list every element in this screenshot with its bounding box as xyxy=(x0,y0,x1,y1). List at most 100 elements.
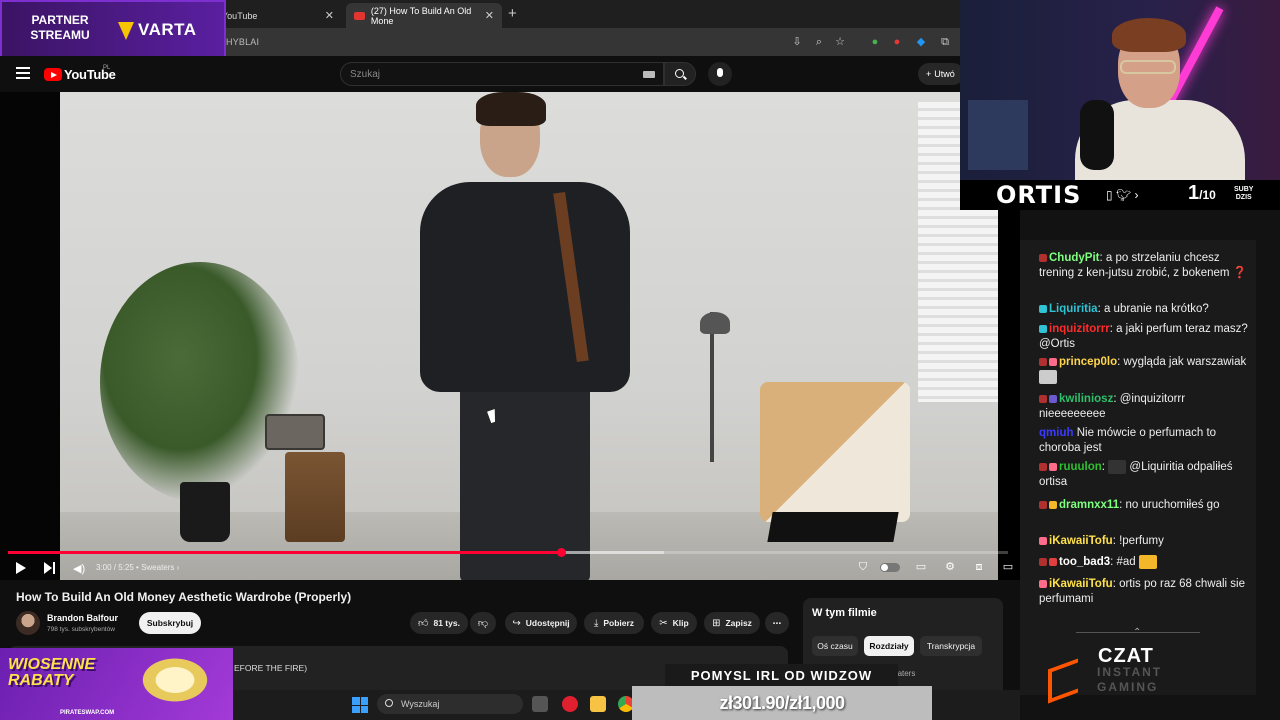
share-button[interactable]: ↪ Udostępnij xyxy=(505,612,577,634)
chat-badge-icon xyxy=(1039,253,1047,262)
search-input[interactable]: Szukaj xyxy=(340,62,664,86)
hamburger-menu-icon[interactable] xyxy=(16,67,30,79)
chevron-right-icon: › xyxy=(1134,188,1139,202)
save-label: Zapisz xyxy=(725,618,752,628)
youtube-logo-icon[interactable] xyxy=(44,68,62,81)
video-plant xyxy=(100,262,300,502)
chat-username[interactable]: dramnxx11 xyxy=(1059,499,1119,511)
plus-icon: + xyxy=(926,69,932,79)
taskbar-search-icon xyxy=(385,699,393,707)
time-display: 3:00 / 5:25 • Sweaters › xyxy=(96,563,179,572)
url-text: HYBLAI xyxy=(226,37,260,47)
progress-scrubber-handle[interactable] xyxy=(557,548,566,557)
more-actions-button[interactable]: ⋯ xyxy=(765,612,789,634)
dislike-button[interactable]: 👎︎ xyxy=(470,612,496,634)
tab-youtube[interactable]: YouTube ✕ xyxy=(214,3,342,28)
search-button[interactable] xyxy=(664,62,696,86)
save-playlist-icon: ⊞ xyxy=(712,617,721,629)
create-label: Utwó xyxy=(934,69,955,79)
next-video-icon[interactable] xyxy=(44,562,56,574)
chat-username[interactable]: too_bad3 xyxy=(1059,556,1110,568)
play-icon[interactable] xyxy=(16,562,26,574)
theater-mode-icon[interactable]: ▭ xyxy=(1001,561,1015,573)
chat-username[interactable]: iKawaiiTofu xyxy=(1049,535,1113,547)
chat-crown-badge-icon xyxy=(1049,500,1057,509)
subtitles-icon[interactable]: ▭ xyxy=(914,561,928,573)
task-view-icon[interactable] xyxy=(532,696,548,712)
chat-heart-badge-icon xyxy=(1039,536,1047,545)
chat-emote-icon xyxy=(1039,369,1057,384)
sponsor-line-1: INSTANT xyxy=(1097,665,1163,679)
bookmark-star-icon[interactable]: ☆ xyxy=(833,35,847,49)
settings-gear-icon[interactable]: ⚙ xyxy=(943,561,957,573)
chip-transcript[interactable]: Transkrypcja xyxy=(920,636,982,656)
extensions-puzzle-icon[interactable]: ⧉ xyxy=(938,35,952,49)
keyboard-icon[interactable] xyxy=(643,71,655,78)
video-player[interactable] xyxy=(0,92,998,580)
chat-username[interactable]: qmiuh xyxy=(1039,427,1074,439)
webcam-shelf xyxy=(968,100,1028,170)
chevron-up-icon: ⌃ xyxy=(1133,627,1142,638)
opera-icon[interactable] xyxy=(562,696,578,712)
file-explorer-icon[interactable] xyxy=(590,696,606,712)
subs-label-line-2: DZIS xyxy=(1235,194,1252,201)
close-icon[interactable]: ✕ xyxy=(325,9,334,22)
like-button[interactable]: 👍︎ 81 tys. xyxy=(410,612,468,634)
volume-icon[interactable]: ◀) xyxy=(73,562,85,575)
tab-active-video[interactable]: (27) How To Build An Old Mone ✕ xyxy=(346,3,502,28)
chip-chapters[interactable]: Rozdziały xyxy=(864,636,914,656)
chat-username[interactable]: Liquiritia xyxy=(1049,303,1098,315)
chat-username[interactable]: princep0lo xyxy=(1059,356,1117,368)
download-button[interactable]: ⤓ Pobierz xyxy=(584,612,644,634)
windows-start-icon[interactable] xyxy=(352,697,368,713)
chat-message: kwiliniosz: @inquizitorrr nieeeeeeeee xyxy=(1039,393,1186,420)
save-button[interactable]: ⊞ Zapisz xyxy=(704,612,760,634)
chat-username[interactable]: kwiliniosz xyxy=(1059,393,1113,405)
video-bed-blanket xyxy=(760,382,910,522)
download-icon: ⤓ xyxy=(593,617,599,629)
new-tab-button[interactable]: + xyxy=(508,5,517,22)
zoom-icon[interactable]: ⌕ xyxy=(812,35,826,49)
chat-message: dramnxx11: no uruchomiłeś go xyxy=(1039,498,1249,513)
chat-emote-icon xyxy=(1108,460,1127,474)
extension-blue-icon[interactable]: ◆ xyxy=(914,35,928,49)
video-frame xyxy=(60,92,998,580)
chat-username[interactable]: ChudyPit xyxy=(1049,252,1099,264)
extension-shield-icon[interactable]: ● xyxy=(868,35,882,49)
chat-message: Liquiritia: a ubranie na krótko? xyxy=(1039,302,1249,317)
chat-username[interactable]: iKawaiiTofu xyxy=(1049,578,1113,590)
chat-text: #ad xyxy=(1116,556,1136,569)
viewer-idea-label: POMYSL IRL OD WIDZOW xyxy=(665,664,898,686)
partner-label: PARTNER STREAMU xyxy=(14,13,106,43)
chat-username[interactable]: inquizitorrr xyxy=(1049,323,1110,335)
search-icon xyxy=(675,69,684,78)
social-icons: ▯ 🐦︎ › xyxy=(1106,188,1139,202)
sponsor-shield-icon[interactable]: ⛉ xyxy=(856,561,870,573)
chat-badge-icon xyxy=(1049,558,1057,566)
close-icon[interactable]: ✕ xyxy=(485,9,494,22)
subscribe-button[interactable]: Subskrybuj xyxy=(139,612,201,634)
video-person-hair xyxy=(476,92,546,126)
channel-avatar[interactable] xyxy=(16,611,40,635)
miniplayer-icon[interactable]: ⧈ xyxy=(972,561,986,573)
create-button[interactable]: + Utwó xyxy=(918,63,964,85)
install-icon[interactable]: ⇩ xyxy=(790,35,804,49)
chat-message: inquizitorrr: a jaki perfum teraz masz? … xyxy=(1039,323,1248,350)
video-plant-pot xyxy=(180,482,230,542)
share-label: Udostępnij xyxy=(525,618,570,628)
autoplay-toggle[interactable] xyxy=(880,563,900,572)
promo-line-2: RABATY xyxy=(8,672,74,689)
clip-button[interactable]: ✂ Klip xyxy=(651,612,697,634)
subs-today-label: SUBY DZIS xyxy=(1234,186,1253,202)
extension-red-icon[interactable]: ● xyxy=(890,35,904,49)
chip-timeline[interactable]: Oś czasu xyxy=(812,636,858,656)
voice-search-mic-icon[interactable] xyxy=(708,62,732,86)
thumbs-up-icon: 👍︎ xyxy=(418,618,429,629)
chat-username[interactable]: ruuulon xyxy=(1059,461,1102,473)
taskbar-search[interactable]: Wyszukaj xyxy=(377,694,523,714)
chat-badge-icon xyxy=(1039,357,1047,366)
twitter-icon: 🐦︎ xyxy=(1115,188,1132,202)
channel-name[interactable]: Brandon Balfour xyxy=(47,613,118,623)
chat-emote-icon xyxy=(1138,555,1157,569)
current-chapter-link[interactable]: • Sweaters › xyxy=(136,563,179,572)
